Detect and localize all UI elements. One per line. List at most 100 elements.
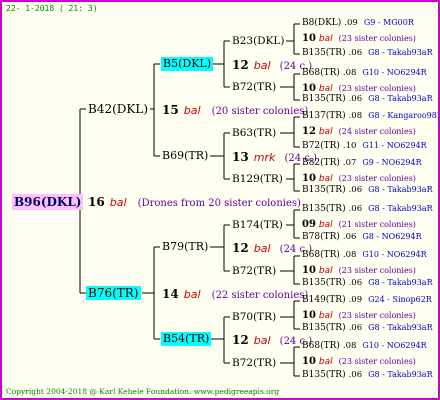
- dam-count: 14: [162, 287, 179, 301]
- g3-name[interactable]: B63(TR): [232, 126, 276, 140]
- g4-year: .06: [348, 278, 363, 288]
- ss-name[interactable]: B5(DKL): [161, 57, 214, 71]
- g4-sisters: (23 sister colonies): [338, 357, 416, 366]
- g4-breeder: G8 - Takab93aR: [368, 323, 433, 332]
- root-origin: bal: [109, 196, 127, 209]
- g4-origin: bal: [318, 311, 333, 321]
- sire-name[interactable]: B42(DKL): [88, 102, 148, 116]
- sd-name[interactable]: B69(TR): [162, 149, 208, 163]
- g4-row: B78(TR) .06 G8 - NO6294R: [302, 231, 422, 243]
- g4-sisters: (23 sister colonies): [338, 174, 416, 183]
- g4-year: .08: [342, 341, 357, 351]
- g4-year: .09: [348, 295, 363, 305]
- g4-breeder: G9 - NO6294R: [362, 158, 422, 167]
- g3-name[interactable]: B72(TR): [232, 80, 276, 94]
- g4-origin: bal: [318, 127, 333, 137]
- g4-name[interactable]: B149(TR): [302, 295, 346, 305]
- g4-row: B135(TR) .06 G8 - Takab93aR: [302, 47, 433, 59]
- g4-name[interactable]: B68(TR): [302, 250, 340, 260]
- g4-year: .09: [344, 18, 358, 28]
- g4-name[interactable]: B82(TR): [302, 158, 340, 168]
- dam-name[interactable]: B76(TR): [86, 286, 141, 300]
- g4-sisters: (23 sister colonies): [338, 34, 416, 43]
- g4-count: 10: [302, 310, 316, 321]
- g4-row: 10 bal (23 sister colonies): [302, 356, 416, 368]
- g4-year: .06: [348, 94, 363, 104]
- g4-sisters: (24 sister colonies): [338, 127, 416, 136]
- g4-breeder: G8 - Takab93aR: [368, 94, 433, 103]
- dam-origin: bal: [183, 288, 201, 301]
- g3-name[interactable]: B72(TR): [232, 264, 276, 278]
- g4-count: 10: [302, 356, 316, 367]
- g4-name[interactable]: B68(TR): [302, 68, 340, 78]
- g4-sisters: (23 sister colonies): [338, 84, 416, 93]
- g4-count: 10: [302, 173, 316, 184]
- g4-row: B135(TR) .06 G8 - Takab93aR: [302, 184, 433, 196]
- ds-name[interactable]: B79(TR): [162, 240, 208, 254]
- g4-breeder: G8 - Takab93aR: [368, 185, 433, 194]
- root-sisters: (Drones from 20 sister colonies): [137, 198, 301, 209]
- g4-name[interactable]: B135(TR): [302, 185, 346, 195]
- g4-row: B135(TR) .06 G8 - Takab93aR: [302, 277, 433, 289]
- g4-breeder: G10 - NO6294R: [362, 68, 427, 77]
- g4-count: 10: [302, 33, 316, 44]
- copyright-footer: Copyright 2004-2018 @ Karl Kehele Founda…: [6, 387, 280, 396]
- g4-year: .07: [342, 158, 357, 168]
- g4-row: 10 bal (23 sister colonies): [302, 33, 416, 45]
- g4-row: 12 bal (24 sister colonies): [302, 126, 416, 138]
- g4-row: B8(DKL) .09 G9 - MG00R: [302, 17, 414, 29]
- g4-row: B149(TR) .09 G24 - Sinop62R: [302, 294, 432, 306]
- g4-row: B135(TR) .06 G8 - Takab93aR: [302, 322, 433, 334]
- g4-breeder: G24 - Sinop62R: [368, 295, 432, 304]
- g4-year: .08: [342, 68, 357, 78]
- g4-row: B68(TR) .08 G10 - NO6294R: [302, 67, 427, 79]
- g4-year: .10: [342, 141, 357, 151]
- g4-sisters: (21 sister colonies): [338, 220, 416, 229]
- g4-name[interactable]: B135(TR): [302, 278, 346, 288]
- g4-breeder: G8 - NO6294R: [362, 232, 422, 241]
- dd-info: 12 bal (24 c.): [232, 332, 312, 349]
- g4-row: B68(TR) .08 G10 - NO6294R: [302, 340, 427, 352]
- g4-name[interactable]: B137(TR): [302, 111, 346, 121]
- ss-origin: bal: [253, 59, 271, 72]
- g3-name[interactable]: B129(TR): [232, 172, 283, 186]
- g4-name[interactable]: B135(TR): [302, 204, 346, 214]
- dd-name[interactable]: B54(TR): [161, 332, 212, 346]
- g4-sisters: (23 sister colonies): [338, 266, 416, 275]
- g4-row: 09 bal (21 sister colonies): [302, 219, 416, 231]
- g4-year: .06: [348, 185, 363, 195]
- g4-origin: bal: [318, 174, 333, 184]
- ss-info: 12 bal (24 c.): [232, 57, 312, 74]
- g4-name[interactable]: B72(TR): [302, 141, 340, 151]
- g4-row: 10 bal (23 sister colonies): [302, 310, 416, 322]
- g4-row: 10 bal (23 sister colonies): [302, 265, 416, 277]
- dd-count: 12: [232, 333, 249, 347]
- g4-year: .08: [342, 250, 357, 260]
- g4-name[interactable]: B135(TR): [302, 94, 346, 104]
- sire-count: 15: [162, 103, 179, 117]
- g3-name[interactable]: B72(TR): [232, 356, 276, 370]
- g4-origin: bal: [318, 34, 333, 44]
- g3-name[interactable]: B70(TR): [232, 310, 276, 324]
- g4-breeder: G8 - Takab93aR: [368, 48, 433, 57]
- g4-name[interactable]: B135(TR): [302, 48, 346, 58]
- root-info: 16 bal (Drones from 20 sister colonies): [88, 194, 301, 211]
- g3-name[interactable]: B174(TR): [232, 218, 283, 232]
- ds-origin: bal: [253, 242, 271, 255]
- sire-info: 15 bal (20 sister colonies): [162, 102, 308, 119]
- g4-name[interactable]: B8(DKL): [302, 18, 341, 28]
- g4-year: .06: [342, 232, 357, 242]
- g3-name[interactable]: B23(DKL): [232, 34, 285, 48]
- root-bee-name[interactable]: B96(DKL): [12, 194, 84, 210]
- sire-sisters: (20 sister colonies): [211, 106, 309, 117]
- g4-name[interactable]: B135(TR): [302, 370, 346, 380]
- g4-count: 12: [302, 126, 316, 137]
- g4-name[interactable]: B68(TR): [302, 341, 340, 351]
- g4-row: B137(TR) .08 G8 - Kangaroo98R: [302, 110, 438, 122]
- sd-count: 13: [232, 150, 249, 164]
- g4-breeder: G9 - MG00R: [363, 18, 414, 27]
- g4-name[interactable]: B135(TR): [302, 323, 346, 333]
- g4-name[interactable]: B78(TR): [302, 232, 340, 242]
- root-count: 16: [88, 195, 105, 209]
- g4-row: B68(TR) .08 G10 - NO6294R: [302, 249, 427, 261]
